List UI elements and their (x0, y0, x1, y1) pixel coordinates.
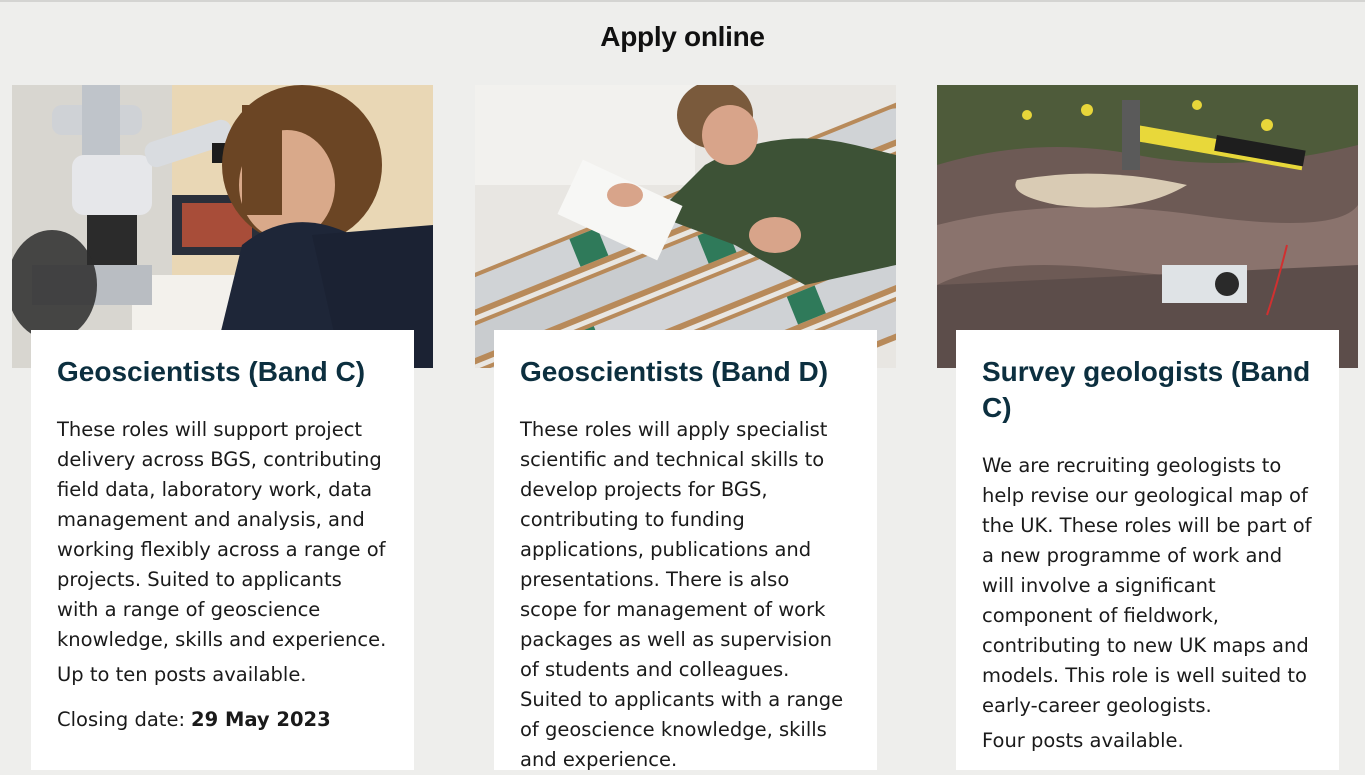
page-title: Apply online (600, 20, 765, 52)
job-card-geoscientists-band-c[interactable]: Geoscientists (Band C) These roles will … (12, 85, 433, 770)
card-title[interactable]: Survey geologists (Band C) (982, 354, 1313, 426)
posts-available: Four posts available. (982, 729, 1184, 752)
job-card-panel: Survey geologists (Band C) We are recrui… (956, 330, 1339, 770)
microscope-photo (12, 85, 433, 368)
card-title[interactable]: Geoscientists (Band C) (57, 354, 388, 390)
job-card-survey-geologists[interactable]: Survey geologists (Band C) We are recrui… (937, 85, 1358, 770)
job-card-geoscientists-band-d[interactable]: Geoscientists (Band D) These roles will … (475, 85, 896, 771)
card-description: These roles will support project deliver… (57, 418, 387, 651)
card-description: These roles will apply specialist scient… (520, 418, 844, 771)
top-divider (0, 0, 1365, 2)
job-card-panel: Geoscientists (Band D) These roles will … (494, 330, 877, 771)
job-card-panel: Geoscientists (Band C) These roles will … (31, 330, 414, 770)
core-samples-photo (475, 85, 896, 368)
posts-available: Up to ten posts available. (57, 663, 307, 686)
card-description: We are recruiting geologists to help rev… (982, 454, 1312, 717)
rock-outcrop-photo (937, 85, 1358, 368)
closing-date: Closing date: 29 May 2023 (57, 705, 388, 735)
card-title[interactable]: Geoscientists (Band D) (520, 354, 851, 390)
closing-date-value: 29 May 2023 (191, 708, 331, 731)
closing-date-label: Closing date: (57, 708, 186, 731)
